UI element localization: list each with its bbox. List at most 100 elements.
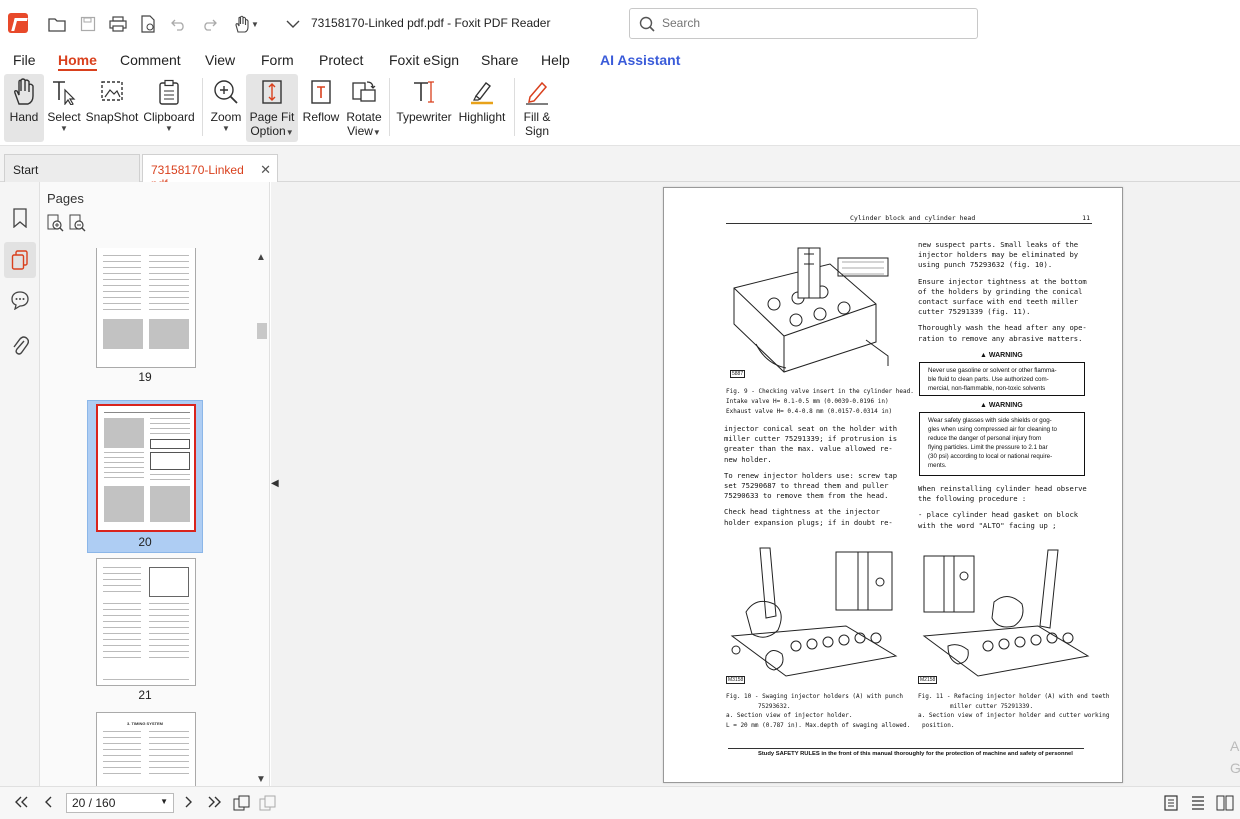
edge-ghost-text: G xyxy=(1230,760,1240,776)
open-folder-icon[interactable] xyxy=(46,13,68,35)
ribbon-divider xyxy=(514,78,515,136)
page-dropdown-icon[interactable]: ▼ xyxy=(160,797,168,806)
menu-ai-assistant[interactable]: AI Assistant xyxy=(600,52,680,68)
pages-scrollbar[interactable]: ▲ ▼ xyxy=(254,248,270,786)
scroll-up-icon[interactable]: ▲ xyxy=(256,252,266,263)
rotate-view-button[interactable]: Rotate View▼ xyxy=(342,74,386,142)
file-properties-icon[interactable] xyxy=(137,13,159,35)
zoom-button[interactable]: Zoom ▼ xyxy=(208,74,244,142)
menu-form[interactable]: Form xyxy=(261,52,294,68)
pages-panel-title: Pages xyxy=(47,191,84,206)
page-thumbnail-22[interactable]: 3. TIMING SYSTEM xyxy=(87,712,203,786)
page-thumbnail-20[interactable]: 20 xyxy=(87,400,203,553)
page-thumbnail-19[interactable]: 19 xyxy=(87,248,203,396)
page-fit-option-button[interactable]: Page Fit Option▼ xyxy=(246,74,298,142)
clipboard-dropdown-icon[interactable]: ▼ xyxy=(165,124,173,133)
right-column-procedure: When reinstalling cylinder head observe … xyxy=(918,484,1087,530)
figure-10-caption: Fig. 10 - Swaging injector holders (A) w… xyxy=(726,693,911,729)
typewriter-button[interactable]: Typewriter xyxy=(396,74,452,142)
warning-triangle-icon: ▲ xyxy=(980,352,987,359)
warning-heading: ▲ WARNING xyxy=(980,352,1023,359)
document-viewport[interactable]: Cylinder block and cylinder head 11 5887… xyxy=(271,182,1240,786)
clipboard-button[interactable]: Clipboard ▼ xyxy=(143,74,195,142)
search-box[interactable] xyxy=(629,8,978,39)
navigation-panel-strip xyxy=(0,182,40,786)
collapse-panel-icon[interactable]: ◀ xyxy=(271,478,279,489)
bookmark-icon[interactable] xyxy=(8,206,32,230)
continuous-view-icon[interactable] xyxy=(1190,795,1206,814)
menu-comment[interactable]: Comment xyxy=(120,52,181,68)
page-number-label: 20 xyxy=(138,535,152,549)
tab-document[interactable]: 73158170-Linked pdf.... ✕ xyxy=(142,154,278,191)
figure-11-refacing: M2158 xyxy=(918,546,1094,686)
pages-panel: Pages 19 20 21 3. TIMING SYSTEM ▲ ▼ xyxy=(40,182,270,786)
comments-icon[interactable] xyxy=(8,288,32,312)
pages-panel-tools xyxy=(47,214,87,235)
facing-view-icon[interactable] xyxy=(1216,795,1234,814)
hand-button[interactable]: Hand xyxy=(4,74,44,142)
select-text-icon xyxy=(50,78,78,106)
last-page-icon[interactable] xyxy=(207,795,223,811)
menu-view[interactable]: View xyxy=(205,52,235,68)
page-thumbnail-21[interactable]: 21 xyxy=(87,558,203,706)
scrollbar-thumb[interactable] xyxy=(257,323,267,339)
tab-start[interactable]: Start xyxy=(4,154,140,182)
right-column-text: new suspect parts. Small leaks of the in… xyxy=(918,240,1087,343)
next-page-icon[interactable] xyxy=(182,795,194,811)
zoom-dropdown-icon[interactable]: ▼ xyxy=(222,124,230,133)
page-header: Cylinder block and cylinder head 11 xyxy=(726,214,1092,224)
next-view-icon[interactable] xyxy=(259,795,277,814)
page-fit-icon xyxy=(258,78,286,106)
ribbon-toolbar: Hand Select ▼ SnapShot Clipboard ▼ Zoom … xyxy=(0,72,1240,146)
page-footer-rule xyxy=(728,748,1084,749)
edge-ghost-text: A xyxy=(1230,738,1240,754)
save-icon[interactable] xyxy=(77,13,99,35)
hand-tool-dropdown-icon[interactable]: ▼ xyxy=(230,13,262,35)
page-number-label: 19 xyxy=(138,370,152,384)
reflow-button[interactable]: Reflow xyxy=(302,74,340,142)
menu-protect[interactable]: Protect xyxy=(319,52,363,68)
select-dropdown-icon[interactable]: ▼ xyxy=(60,124,68,133)
redo-icon[interactable] xyxy=(198,13,220,35)
typewriter-icon xyxy=(410,78,438,106)
previous-page-icon[interactable] xyxy=(43,795,55,811)
scroll-down-icon[interactable]: ▼ xyxy=(256,774,266,785)
select-button[interactable]: Select ▼ xyxy=(46,74,82,142)
search-input[interactable] xyxy=(662,16,962,30)
title-bar: ▼ 73158170-Linked pdf.pdf - Foxit PDF Re… xyxy=(0,0,1240,48)
print-icon[interactable] xyxy=(107,13,129,35)
menu-file[interactable]: File xyxy=(13,52,36,68)
menu-foxit-esign[interactable]: Foxit eSign xyxy=(389,52,459,68)
menu-share[interactable]: Share xyxy=(481,52,518,68)
ribbon-divider xyxy=(389,78,390,136)
page-number-label: 21 xyxy=(138,688,152,702)
document-tab-bar: Start 73158170-Linked pdf.... ✕ xyxy=(0,146,1240,191)
page-thumbnail-list: 19 20 21 3. TIMING SYSTEM xyxy=(40,248,258,786)
menu-home[interactable]: Home xyxy=(58,52,97,71)
zoom-in-thumbnail-icon[interactable] xyxy=(47,214,65,235)
warning-heading: ▲ WARNING xyxy=(980,402,1023,409)
foxit-logo-icon[interactable] xyxy=(8,13,28,33)
snapshot-button[interactable]: SnapShot xyxy=(86,74,138,142)
warning-box-2: Wear safety glasses with side shields or… xyxy=(919,412,1085,476)
customize-quick-access-icon[interactable] xyxy=(282,13,304,35)
single-page-view-icon[interactable] xyxy=(1163,795,1179,814)
window-title: 73158170-Linked pdf.pdf - Foxit PDF Read… xyxy=(311,16,551,30)
status-bar: 20 / 160 ▼ xyxy=(0,786,1240,819)
menu-bar: File Home Comment View Form Protect Foxi… xyxy=(0,48,1240,72)
zoom-out-thumbnail-icon[interactable] xyxy=(69,214,87,235)
page-thumbnails-icon[interactable] xyxy=(4,242,36,278)
close-tab-icon[interactable]: ✕ xyxy=(260,162,271,178)
page-number-input[interactable]: 20 / 160 ▼ xyxy=(66,793,174,813)
undo-icon[interactable] xyxy=(168,13,190,35)
fill-and-sign-button[interactable]: Fill & Sign xyxy=(518,74,556,142)
snapshot-icon xyxy=(98,78,126,106)
attachments-icon[interactable] xyxy=(8,334,32,358)
warning-triangle-icon: ▲ xyxy=(980,402,987,409)
first-page-icon[interactable] xyxy=(13,795,29,811)
highlight-button[interactable]: Highlight xyxy=(455,74,509,142)
previous-view-icon[interactable] xyxy=(233,795,251,814)
page-footer: Study SAFETY RULES in the front of this … xyxy=(758,751,1073,757)
menu-help[interactable]: Help xyxy=(541,52,570,68)
highlight-icon xyxy=(468,78,496,106)
